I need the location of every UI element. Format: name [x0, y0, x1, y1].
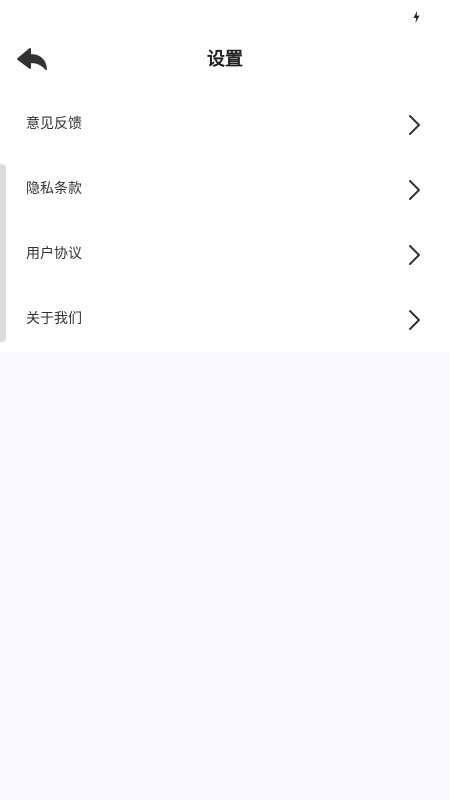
- settings-menu: 意见反馈 隐私条款 用户协议 关于我们: [0, 92, 450, 352]
- header: 设置: [0, 28, 450, 92]
- charging-icon: [413, 8, 420, 23]
- menu-item-label: 关于我们: [26, 311, 82, 327]
- chevron-right-icon: [408, 179, 422, 201]
- edge-scroll-handle[interactable]: [0, 164, 6, 342]
- menu-item-label: 用户协议: [26, 246, 82, 262]
- menu-item-label: 意见反馈: [26, 116, 82, 132]
- menu-item-label: 隐私条款: [26, 181, 82, 197]
- chevron-right-icon: [408, 244, 422, 266]
- chevron-right-icon: [408, 309, 422, 331]
- menu-item-user-agreement[interactable]: 用户协议: [0, 222, 450, 287]
- page-title: 设置: [207, 49, 243, 70]
- status-bar: [0, 0, 450, 28]
- menu-item-about-us[interactable]: 关于我们: [0, 287, 450, 352]
- menu-item-feedback[interactable]: 意见反馈: [0, 92, 450, 157]
- menu-item-privacy[interactable]: 隐私条款: [0, 157, 450, 222]
- chevron-right-icon: [408, 114, 422, 136]
